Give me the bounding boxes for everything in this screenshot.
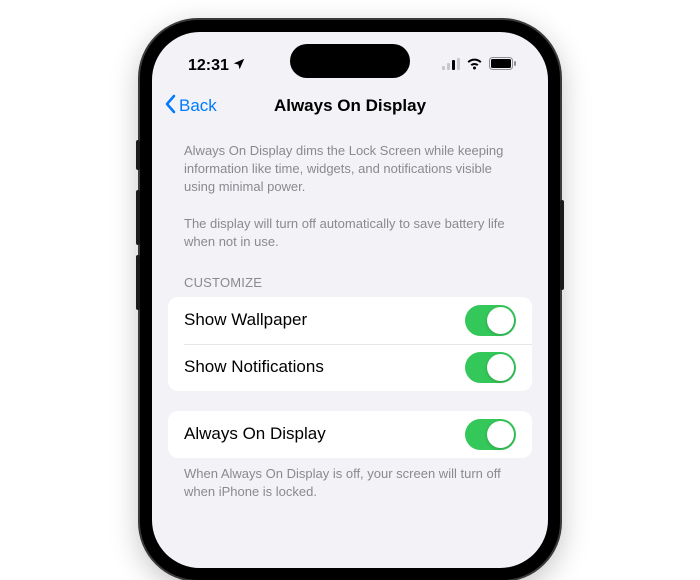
nav-header: Back Always On Display bbox=[152, 84, 548, 128]
back-button[interactable]: Back bbox=[164, 94, 217, 119]
toggle-knob bbox=[487, 307, 514, 334]
location-icon bbox=[232, 57, 246, 76]
list-row-show-wallpaper[interactable]: Show Wallpaper bbox=[168, 297, 532, 344]
description-text-2: The display will turn off automatically … bbox=[168, 203, 532, 257]
phone-frame: 12:31 bbox=[140, 20, 560, 580]
toggle-knob bbox=[487, 354, 514, 381]
power-button bbox=[560, 200, 564, 290]
toggle-show-wallpaper[interactable] bbox=[465, 305, 516, 336]
cellular-icon bbox=[442, 57, 460, 75]
back-label: Back bbox=[179, 96, 217, 116]
page-title: Always On Display bbox=[274, 96, 426, 116]
battery-icon bbox=[489, 57, 516, 75]
footer-note: When Always On Display is off, your scre… bbox=[168, 458, 532, 508]
content: Always On Display dims the Lock Screen w… bbox=[152, 128, 548, 508]
row-label: Always On Display bbox=[184, 424, 326, 444]
list-row-always-on-display[interactable]: Always On Display bbox=[168, 411, 532, 458]
toggle-always-on-display[interactable] bbox=[465, 419, 516, 450]
customize-group: Show Wallpaper Show Notifications bbox=[168, 297, 532, 391]
description-text-1: Always On Display dims the Lock Screen w… bbox=[168, 136, 532, 203]
wifi-icon bbox=[466, 57, 483, 75]
side-button bbox=[136, 140, 140, 170]
section-header-customize: CUSTOMIZE bbox=[168, 257, 532, 297]
list-row-show-notifications[interactable]: Show Notifications bbox=[168, 344, 532, 391]
toggle-show-notifications[interactable] bbox=[465, 352, 516, 383]
status-time: 12:31 bbox=[188, 57, 229, 75]
status-left: 12:31 bbox=[188, 57, 246, 76]
toggle-knob bbox=[487, 421, 514, 448]
chevron-left-icon bbox=[164, 94, 176, 119]
main-toggle-group: Always On Display bbox=[168, 411, 532, 458]
screen: 12:31 bbox=[152, 32, 548, 568]
row-label: Show Wallpaper bbox=[184, 310, 307, 330]
dynamic-island bbox=[290, 44, 410, 78]
status-right bbox=[442, 57, 516, 75]
row-label: Show Notifications bbox=[184, 357, 324, 377]
volume-up-button bbox=[136, 190, 140, 245]
volume-down-button bbox=[136, 255, 140, 310]
